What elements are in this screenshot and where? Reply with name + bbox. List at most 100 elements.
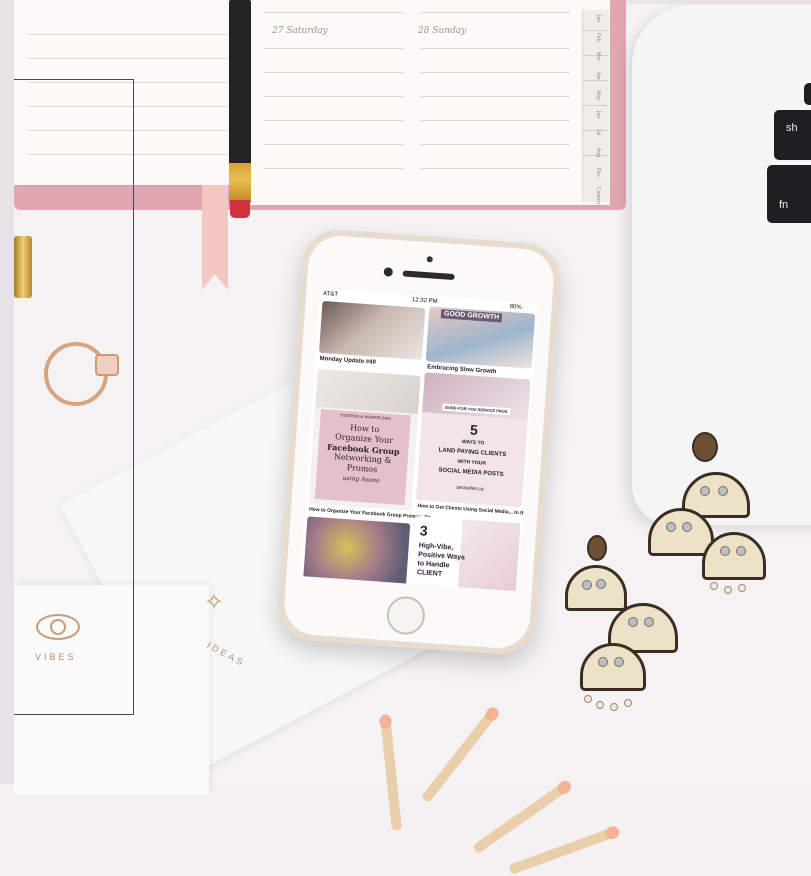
planner-rule xyxy=(264,72,404,73)
planner-rule xyxy=(420,96,570,97)
earring-gem xyxy=(628,617,638,627)
matchstick xyxy=(378,714,402,831)
earring-gem xyxy=(682,522,692,532)
planner-right-page: 27 Saturday 28 Sunday xyxy=(250,0,610,205)
earring-fan xyxy=(565,565,627,611)
planner-rule xyxy=(264,96,404,97)
earring-bead xyxy=(610,703,618,711)
frame-border xyxy=(0,79,134,715)
month-tab-label: Jul xyxy=(595,129,601,136)
matchstick xyxy=(421,704,502,804)
pin-header: GOOD GROWTH xyxy=(440,309,503,323)
matchstick xyxy=(472,778,574,855)
earring-stud xyxy=(587,535,607,561)
earring-gem xyxy=(736,546,746,556)
phone-camera xyxy=(383,267,394,277)
phone: AT&T 12:32 PM 80% Monday Update #49 GOOD… xyxy=(275,227,563,657)
earring-right xyxy=(640,432,770,612)
pin-line: CLIENT xyxy=(416,569,443,578)
planner-rule xyxy=(28,58,228,59)
status-battery: 80% xyxy=(509,304,522,311)
planner-day-saturday: 27 Saturday xyxy=(272,26,328,36)
status-time: 12:32 PM xyxy=(411,297,438,305)
month-tab-label: Dec xyxy=(595,167,601,177)
earring-gem xyxy=(720,546,730,556)
earring-gem xyxy=(718,486,728,496)
month-tab-label: Jan xyxy=(595,14,601,23)
earring-gem xyxy=(598,657,608,667)
planner-rule xyxy=(420,120,570,121)
laptop-key-shift: sh xyxy=(774,110,811,160)
sparkle-icon: ✧ xyxy=(204,589,225,616)
home-button[interactable] xyxy=(385,595,427,636)
month-tab-label: Contact xyxy=(595,186,601,205)
month-tab-divider xyxy=(583,30,609,31)
match-head xyxy=(603,824,622,841)
pin-photo xyxy=(457,519,521,592)
earring-bead xyxy=(710,582,718,590)
pencil-eraser xyxy=(230,200,250,218)
matchstick xyxy=(508,824,622,875)
left-edge xyxy=(0,0,14,784)
pin-organize-facebook-group[interactable]: SYSTEMS & WORKFLOWS How to Organize Your… xyxy=(308,368,421,511)
pin-source: serawiles.ca xyxy=(455,484,484,493)
earring-stud xyxy=(692,432,718,462)
earring-bead xyxy=(724,586,732,594)
pin-good-growth[interactable]: GOOD GROWTH xyxy=(425,306,536,369)
match-head xyxy=(555,778,574,797)
pin-marble-art[interactable] xyxy=(302,516,411,592)
planner-rule xyxy=(264,12,404,13)
photo-scene: 27 Saturday 28 Sunday Jan Feb Mar Apr May Jun… xyxy=(0,0,811,875)
earring-gem xyxy=(596,579,606,589)
earring-gem xyxy=(666,522,676,532)
earring-bead xyxy=(584,695,592,703)
month-tab-divider xyxy=(583,105,609,106)
laptop-key-fn: fn xyxy=(767,165,811,223)
pin-photo xyxy=(315,368,421,414)
phone-face: AT&T 12:32 PM 80% Monday Update #49 GOOD… xyxy=(282,233,556,651)
earring-gem xyxy=(582,580,592,590)
month-tab-label: Apr xyxy=(595,71,601,80)
earring-bead xyxy=(738,584,746,592)
planner-rule xyxy=(264,120,404,121)
earring-gem xyxy=(644,617,654,627)
phone-screen: AT&T 12:32 PM 80% Monday Update #49 GOOD… xyxy=(300,288,538,592)
planner-rule xyxy=(264,48,404,49)
planner-rule xyxy=(264,168,404,169)
pin-high-vibe[interactable]: 3 High-Vibe, Positive Ways to Handle CLI… xyxy=(409,515,521,592)
earring-gem xyxy=(614,657,624,667)
planner-rule xyxy=(420,144,570,145)
phone-speaker xyxy=(402,270,455,281)
pencil xyxy=(229,0,251,165)
month-tab-label: Mar xyxy=(595,52,601,62)
earring-gem xyxy=(700,486,710,496)
planner-rule xyxy=(420,72,570,73)
month-tab-label: Jun xyxy=(595,110,601,119)
month-tab-label: Feb xyxy=(595,33,601,42)
planner-month-tabs: Jan Feb Mar Apr May Jun Jul Aug Dec Contact xyxy=(582,10,609,205)
planner-rule xyxy=(28,34,228,35)
planner-day-sunday: 28 Sunday xyxy=(418,26,467,36)
earring-bead xyxy=(624,699,632,707)
pin-number: 3 xyxy=(419,522,429,539)
bookmark-ribbon xyxy=(202,185,228,290)
month-tab-label: May xyxy=(595,90,601,101)
month-tab-divider xyxy=(583,80,609,81)
pin-caption: Monday Update #49 xyxy=(319,355,376,366)
phone-sensor xyxy=(426,256,433,263)
planner-rule xyxy=(264,144,404,145)
status-carrier: AT&T xyxy=(322,290,339,298)
pin-land-paying-clients[interactable]: DONE-FOR-YOU SERVICE PROS 5 WAYS TO LAND… xyxy=(415,372,531,508)
pin-monday-update[interactable] xyxy=(318,300,426,360)
planner-rule xyxy=(420,12,570,13)
planner-rule xyxy=(420,48,570,49)
planner-rule xyxy=(420,168,570,169)
pin-line: to Handle xyxy=(417,560,450,570)
match-head xyxy=(378,714,393,730)
earring-bead xyxy=(596,701,604,709)
laptop-key xyxy=(804,83,811,105)
pin-line: High-Vibe, xyxy=(418,542,454,552)
match-head xyxy=(483,704,502,724)
month-tab-label: Aug xyxy=(595,148,601,158)
pencil-ferrule xyxy=(229,163,251,203)
